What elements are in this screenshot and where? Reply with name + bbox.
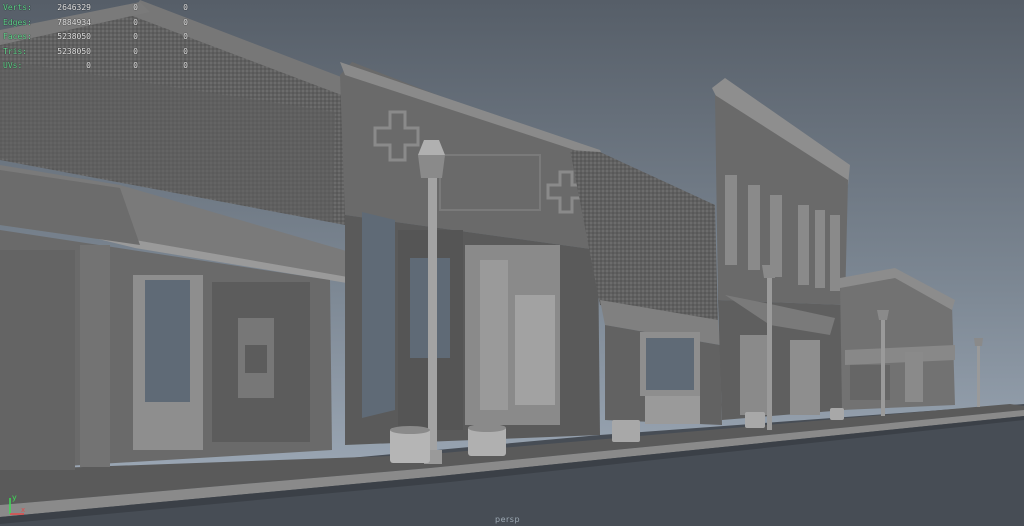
hud-stat-value: 0	[183, 32, 188, 41]
hud-stat-label: Tris:	[3, 46, 28, 56]
hud-stat-value: 0	[133, 61, 138, 70]
hud-stat-label: Edges:	[3, 17, 32, 27]
hud-stat-value: 5238050	[57, 32, 91, 41]
hud-row: Tris: 5238050 0 0	[3, 45, 193, 60]
hud-stat-value: 0	[133, 46, 138, 56]
hud-stat-value: 0	[183, 17, 188, 27]
hud-stat-value: 0	[183, 61, 188, 70]
hud-row: Verts: 2646329 0 0	[3, 1, 193, 16]
hud-stat-value: 5238050	[57, 46, 91, 56]
hud-row: Edges: 7884934 0 0	[3, 16, 193, 31]
hud-stat-value: 0	[86, 61, 91, 70]
hud-stat-value: 0	[133, 17, 138, 27]
axis-x-label: x	[21, 506, 25, 514]
axis-gizmo-icon: y x	[9, 493, 25, 515]
hud-stat-value: 0	[133, 32, 138, 41]
hud-stat-label: UVs:	[3, 61, 23, 70]
scan-mesh-street-scene	[0, 0, 1024, 526]
3d-viewport[interactable]: Verts: 2646329 0 0 Edges: 7884934 0 0 Faces: 5238…	[0, 0, 1024, 526]
hud-stat-label: Verts:	[3, 3, 32, 12]
hud-stat-label: Faces:	[3, 32, 32, 41]
camera-name-label: persp	[495, 515, 521, 524]
hud-stat-value: 7884934	[57, 17, 91, 27]
hud-row: UVs: 0 0 0	[3, 59, 193, 74]
hud-stat-value: 2646329	[57, 3, 91, 12]
poly-count-hud: Verts: 2646329 0 0 Edges: 7884934 0 0 Faces: 5238…	[3, 1, 193, 74]
hud-stat-value: 0	[133, 3, 138, 12]
axis-y-label: y	[12, 493, 17, 502]
hud-stat-value: 0	[183, 46, 188, 56]
hud-row: Faces: 5238050 0 0	[3, 30, 193, 45]
hud-stat-value: 0	[183, 3, 188, 12]
